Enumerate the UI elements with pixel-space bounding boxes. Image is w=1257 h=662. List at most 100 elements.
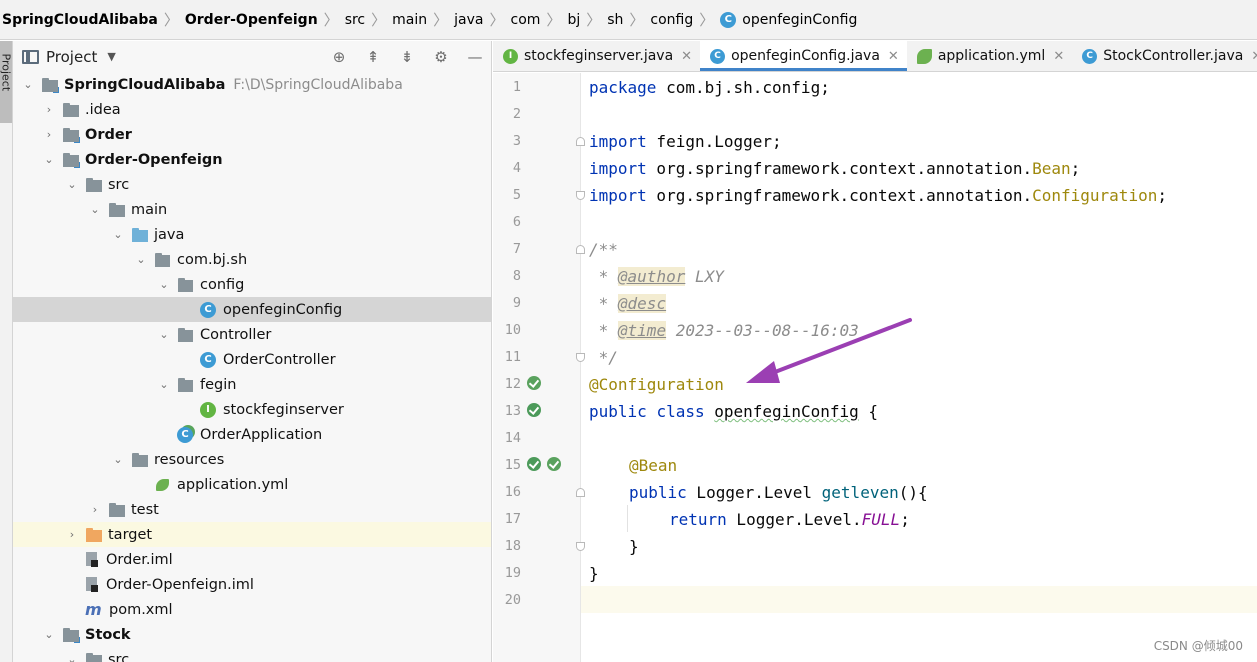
expand-all-icon[interactable]: ⇞	[362, 46, 384, 68]
close-icon[interactable]: ✕	[1053, 49, 1064, 64]
tree-item-controller[interactable]: ⌄ Controller	[13, 322, 491, 347]
tree-item-main[interactable]: ⌄ main	[13, 197, 491, 222]
spring-config-gutter-icon[interactable]	[527, 376, 541, 390]
tree-item-src[interactable]: ⌄ src	[13, 172, 491, 197]
breadcrumb-item-bj[interactable]: bj	[567, 12, 580, 28]
breadcrumb-item-main[interactable]: main	[392, 12, 427, 28]
spring-config-gutter-icon[interactable]	[547, 457, 561, 471]
tree-item-target[interactable]: › target	[13, 522, 491, 547]
tree-item-label: .idea	[85, 101, 121, 118]
tree-item-orderapplication[interactable]: › C OrderApplication	[13, 422, 491, 447]
tree-item-stockfeginserver[interactable]: › I stockfeginserver	[13, 397, 491, 422]
collapse-all-icon[interactable]: ⇟	[396, 46, 418, 68]
tree-item-label: target	[108, 526, 153, 543]
breadcrumb-separator: 〉	[323, 11, 339, 29]
code-line-4: import org.springframework.context.annot…	[589, 159, 1081, 178]
chevron-down-icon[interactable]: ⌄	[158, 278, 170, 291]
tree-item-stock[interactable]: ⌄ Stock	[13, 622, 491, 647]
current-line-highlight	[581, 586, 1257, 613]
fold-icon[interactable]	[576, 353, 585, 362]
breadcrumb-item-module[interactable]: Order-Openfeign	[185, 12, 318, 28]
tool-window-stripe: Project	[0, 41, 13, 662]
chevron-down-icon[interactable]: ⌄	[112, 453, 124, 466]
project-panel-title[interactable]: Project	[46, 48, 97, 66]
breadcrumb-item-sh[interactable]: sh	[607, 12, 623, 28]
breadcrumb-item-src[interactable]: src	[345, 12, 365, 28]
chevron-down-icon[interactable]: ⌄	[158, 328, 170, 341]
package-icon	[154, 252, 172, 268]
locate-icon[interactable]: ⊕	[328, 46, 350, 68]
spring-bean-gutter-icon[interactable]	[527, 457, 541, 471]
tree-item-config[interactable]: ⌄ config	[13, 272, 491, 297]
tree-item-idea[interactable]: › .idea	[13, 97, 491, 122]
line-number: 9	[512, 295, 521, 311]
tree-item-order[interactable]: › Order	[13, 122, 491, 147]
breadcrumb-item-com[interactable]: com	[511, 12, 541, 28]
line-number: 11	[504, 349, 521, 365]
tree-item-label: Controller	[200, 326, 272, 343]
tab-stockfeginserver[interactable]: I stockfeginserver.java ✕	[493, 41, 700, 71]
chevron-down-icon[interactable]: ⌄	[66, 178, 78, 191]
chevron-right-icon[interactable]: ›	[89, 503, 101, 516]
line-number: 7	[512, 241, 521, 257]
tree-item-label: java	[154, 226, 185, 243]
project-stripe-label: Project	[0, 53, 13, 92]
chevron-down-icon[interactable]: ⌄	[22, 78, 34, 91]
chevron-down-icon[interactable]: ⌄	[43, 153, 55, 166]
tree-item-label: resources	[154, 451, 225, 468]
chevron-right-icon[interactable]: ›	[43, 128, 55, 141]
tree-item-project-root[interactable]: ⌄ SpringCloudAlibaba F:\D\SpringCloudAli…	[13, 72, 491, 97]
gear-icon[interactable]: ⚙	[430, 46, 452, 68]
tree-item-fegin[interactable]: ⌄ fegin	[13, 372, 491, 397]
tree-item-label: OrderApplication	[200, 426, 323, 443]
folder-icon	[108, 502, 126, 518]
tree-item-application-yml[interactable]: › application.yml	[13, 472, 491, 497]
tree-item-java[interactable]: ⌄ java	[13, 222, 491, 247]
fold-icon[interactable]	[576, 245, 585, 254]
fold-icon[interactable]	[576, 542, 585, 551]
chevron-right-icon[interactable]: ›	[43, 103, 55, 116]
tree-item-resources[interactable]: ⌄ resources	[13, 447, 491, 472]
tree-item-order-openfeign[interactable]: ⌄ Order-Openfeign	[13, 147, 491, 172]
tree-item-label: src	[108, 176, 130, 193]
chevron-down-icon[interactable]: ⌄	[135, 253, 147, 266]
breadcrumb-item-project[interactable]: SpringCloudAlibaba	[2, 12, 158, 28]
class-icon: C	[720, 11, 737, 28]
tree-item-order-iml[interactable]: › Order.iml	[13, 547, 491, 572]
class-icon: C	[200, 301, 216, 318]
fold-icon[interactable]	[576, 191, 585, 200]
tree-item-test[interactable]: › test	[13, 497, 491, 522]
chevron-down-icon[interactable]: ▼	[107, 50, 115, 63]
breadcrumb-item-class[interactable]: C openfeginConfig	[720, 11, 858, 28]
chevron-down-icon[interactable]: ⌄	[158, 378, 170, 391]
folder-icon	[62, 102, 80, 118]
tab-stockcontroller[interactable]: C StockController.java ✕	[1072, 41, 1257, 71]
fold-icon[interactable]	[576, 488, 585, 497]
close-icon[interactable]: ✕	[681, 49, 692, 64]
tab-label: application.yml	[937, 48, 1046, 64]
tree-item-package-com-bj-sh[interactable]: ⌄ com.bj.sh	[13, 247, 491, 272]
breadcrumb-item-config[interactable]: config	[650, 12, 693, 28]
breadcrumb-separator: 〉	[489, 11, 505, 29]
chevron-right-icon[interactable]: ›	[66, 528, 78, 541]
breadcrumb-item-class-label: openfeginConfig	[742, 11, 858, 28]
tree-item-order-openfeign-iml[interactable]: › Order-Openfeign.iml	[13, 572, 491, 597]
close-icon[interactable]: ✕	[1251, 49, 1257, 64]
project-tool-window-tab[interactable]: Project	[0, 41, 13, 123]
tree-item-pom-xml[interactable]: › m pom.xml	[13, 597, 491, 622]
chevron-down-icon[interactable]: ⌄	[89, 203, 101, 216]
breadcrumb-item-java[interactable]: java	[454, 12, 483, 28]
spring-bean-gutter-icon[interactable]	[527, 403, 541, 417]
chevron-down-icon[interactable]: ⌄	[112, 228, 124, 241]
chevron-down-icon[interactable]: ⌄	[43, 628, 55, 641]
folder-icon	[108, 202, 126, 218]
tree-item-openfeginconfig[interactable]: › C openfeginConfig	[13, 297, 491, 322]
tab-application-yml[interactable]: application.yml ✕	[907, 41, 1072, 71]
chevron-down-icon[interactable]: ⌄	[66, 653, 78, 662]
close-icon[interactable]: ✕	[888, 49, 899, 64]
tree-item-stock-src[interactable]: ⌄ src	[13, 647, 491, 662]
tab-openfeginconfig[interactable]: C openfeginConfig.java ✕	[700, 41, 907, 71]
tree-item-ordercontroller[interactable]: › C OrderController	[13, 347, 491, 372]
fold-icon[interactable]	[576, 137, 585, 146]
minimize-icon[interactable]: —	[464, 46, 486, 68]
